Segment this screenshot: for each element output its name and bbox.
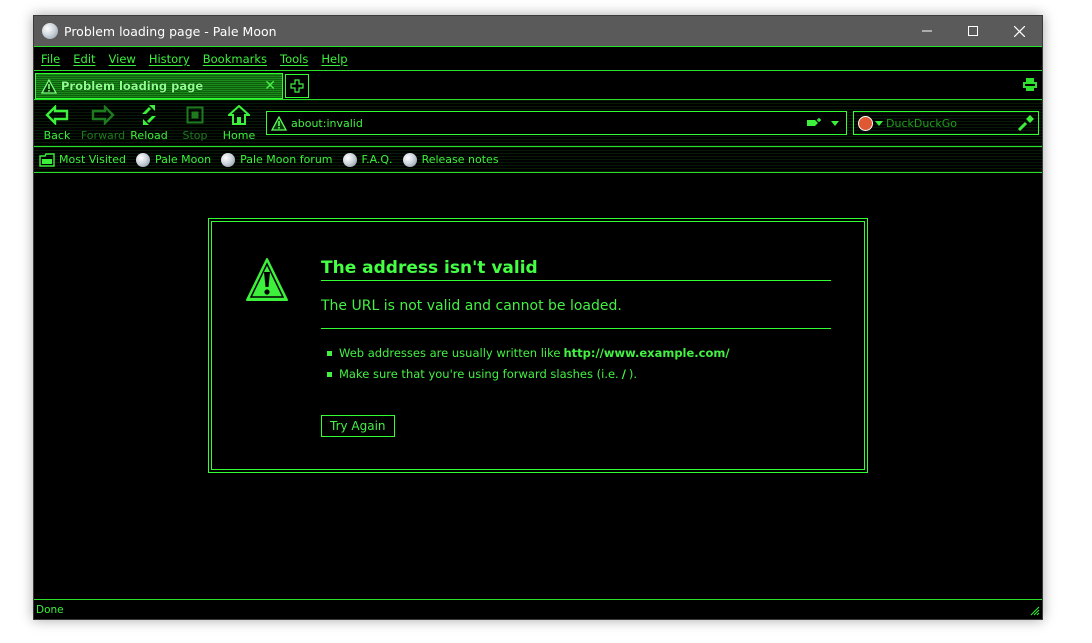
tab-problem-loading[interactable]: Problem loading page ✕ <box>35 73 283 99</box>
reload-icon <box>142 105 156 125</box>
menu-help[interactable]: Help <box>321 52 347 66</box>
bookmark-label: Release notes <box>421 153 499 166</box>
bookmark-pale-moon[interactable]: Pale Moon <box>135 152 212 167</box>
hint-text: Web addresses are usually written like <box>339 346 561 360</box>
navigation-toolbar: Back Forward Reload Stop Home about:inva… <box>34 100 1042 147</box>
window-title: Problem loading page - Pale Moon <box>64 23 277 39</box>
bullet-icon <box>327 371 332 377</box>
minimize-button[interactable] <box>904 16 950 46</box>
error-hints-list: Web addresses are usually written like h… <box>327 346 733 388</box>
back-button[interactable]: Back <box>34 103 80 145</box>
list-item: Web addresses are usually written like h… <box>327 346 733 360</box>
bookmark-label: Pale Moon <box>154 153 212 166</box>
tab-list-icon <box>1023 78 1037 91</box>
back-arrow-icon <box>45 105 69 125</box>
forward-label: Forward <box>80 129 126 142</box>
bookmark-label: Pale Moon forum <box>240 153 333 166</box>
tab-label: Problem loading page <box>61 79 204 93</box>
search-engine-dropdown-icon[interactable] <box>875 120 883 126</box>
bookmarks-toolbar: Most Visited Pale Moon Pale Moon forum F… <box>34 147 1042 173</box>
forward-button[interactable]: Forward <box>80 103 126 145</box>
menu-history[interactable]: History <box>149 52 190 66</box>
folder-icon <box>39 152 55 167</box>
hint-suffix: ). <box>628 367 638 381</box>
warning-triangle-icon <box>246 258 288 301</box>
page-content: The address isn't valid The URL is not v… <box>34 173 1042 599</box>
bookmark-label: F.A.Q. <box>361 153 393 166</box>
bookmark-most-visited[interactable]: Most Visited <box>39 152 126 167</box>
plus-icon <box>290 79 304 93</box>
home-icon <box>228 105 250 125</box>
identity-warning-icon <box>271 115 287 131</box>
bullet-icon <box>327 350 332 356</box>
menu-tools[interactable]: Tools <box>280 52 308 66</box>
stop-label: Stop <box>182 129 208 142</box>
hint-text: Make sure that you're using forward slas… <box>339 367 619 381</box>
duckduckgo-logo-icon[interactable] <box>858 115 873 131</box>
error-page-inner: The address isn't valid The URL is not v… <box>211 221 865 470</box>
menu-file[interactable]: File <box>41 52 60 66</box>
title-bar: Problem loading page - Pale Moon <box>34 16 1042 46</box>
close-window-button[interactable] <box>996 16 1042 46</box>
error-title: The address isn't valid <box>321 258 831 281</box>
globe-icon <box>342 152 357 167</box>
back-label: Back <box>43 129 71 142</box>
reload-label: Reload <box>130 129 168 142</box>
try-again-button[interactable]: Try Again <box>321 415 395 437</box>
hint-code: / <box>621 367 626 381</box>
maximize-icon <box>968 26 978 36</box>
bookmark-faq[interactable]: F.A.Q. <box>342 152 393 167</box>
menu-bar: File Edit View History Bookmarks Tools H… <box>34 46 1042 70</box>
resize-grip-icon[interactable] <box>1028 604 1040 616</box>
maximize-button[interactable] <box>950 16 996 46</box>
search-input: DuckDuckGo <box>886 116 957 130</box>
status-text: Done <box>36 603 64 616</box>
bookmark-label: Most Visited <box>59 153 126 166</box>
close-icon <box>1013 25 1025 37</box>
tab-bar: Problem loading page ✕ <box>34 70 1042 100</box>
home-label: Home <box>222 129 256 142</box>
new-tab-button[interactable] <box>285 74 309 98</box>
error-description: The URL is not valid and cannot be loade… <box>321 298 622 314</box>
home-button[interactable]: Home <box>216 103 262 145</box>
hint-code: http://www.example.com/ <box>563 346 730 360</box>
menu-view[interactable]: View <box>109 52 136 66</box>
list-item: Make sure that you're using forward slas… <box>327 367 733 381</box>
globe-icon <box>135 152 150 167</box>
bookmark-release-notes[interactable]: Release notes <box>402 152 499 167</box>
stop-icon <box>186 106 204 124</box>
bookmark-pale-moon-forum[interactable]: Pale Moon forum <box>221 152 333 167</box>
menu-bookmarks[interactable]: Bookmarks <box>203 52 267 66</box>
globe-icon <box>221 152 236 167</box>
tab-list-button[interactable] <box>1022 77 1038 96</box>
globe-icon <box>402 152 417 167</box>
dropdown-arrow-icon[interactable] <box>830 119 840 127</box>
stop-button[interactable]: Stop <box>172 103 218 145</box>
minimize-icon <box>922 30 932 32</box>
warning-icon <box>41 78 57 94</box>
search-go-icon[interactable] <box>1017 114 1035 132</box>
error-separator <box>321 328 831 329</box>
error-page-container: The address isn't valid The URL is not v… <box>208 218 868 473</box>
feed-add-icon[interactable] <box>806 117 824 129</box>
reload-button[interactable]: Reload <box>126 103 172 145</box>
forward-arrow-icon <box>91 105 115 125</box>
browser-window: Problem loading page - Pale Moon File Ed… <box>33 15 1043 620</box>
status-bar: Done <box>34 599 1042 619</box>
tab-close-icon[interactable]: ✕ <box>264 78 276 94</box>
menu-edit[interactable]: Edit <box>73 52 95 66</box>
url-text: about:invalid <box>291 116 363 130</box>
url-bar[interactable]: about:invalid <box>266 111 847 135</box>
pale-moon-logo-icon <box>42 23 58 39</box>
search-bar[interactable]: DuckDuckGo <box>853 111 1039 135</box>
